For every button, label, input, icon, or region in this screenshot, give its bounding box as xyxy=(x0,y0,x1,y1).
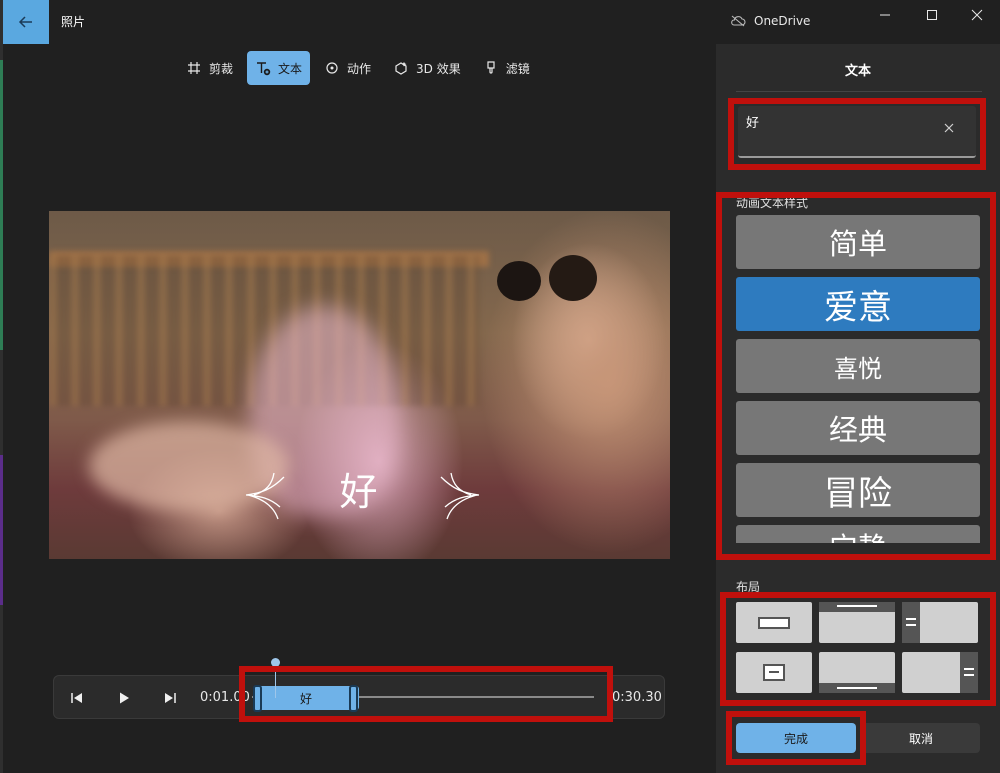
skip-forward-icon xyxy=(165,693,176,703)
video-caption-text: 好 xyxy=(339,470,380,514)
end-time: 0:30.30 xyxy=(612,690,662,705)
playhead-handle[interactable] xyxy=(271,658,280,667)
maximize-button[interactable] xyxy=(909,4,955,26)
styles-section-label: 动画文本样式 xyxy=(736,196,809,210)
cancel-button[interactable]: 取消 xyxy=(862,723,980,753)
text-add-icon xyxy=(257,62,271,76)
crop-tool-label: 剪裁 xyxy=(209,61,234,76)
panel-title: 文本 xyxy=(844,64,871,79)
previous-frame-button[interactable] xyxy=(62,676,92,720)
panel-divider xyxy=(736,91,982,92)
minimize-button[interactable] xyxy=(862,4,908,26)
layout-right-option[interactable] xyxy=(902,652,978,693)
arrow-left-icon xyxy=(18,16,32,28)
caption-decoration-right-icon xyxy=(440,472,480,520)
filters-tool-button[interactable]: 滤镜 xyxy=(475,51,538,85)
style-option-serene[interactable]: 宁静 xyxy=(736,525,980,543)
back-button[interactable] xyxy=(3,0,49,44)
style-option-adventure[interactable]: 冒险 xyxy=(736,463,980,517)
video-preview[interactable]: 好 xyxy=(49,211,670,559)
text-clip-segment[interactable]: 好 xyxy=(253,686,359,710)
caption-text-input[interactable] xyxy=(746,114,936,129)
close-icon xyxy=(971,9,983,21)
layout-section-label: 布局 xyxy=(736,580,761,594)
text-tool-label: 文本 xyxy=(278,61,303,76)
filters-tool-label: 滤镜 xyxy=(505,61,530,76)
clip-end-handle[interactable] xyxy=(349,685,358,712)
clear-text-button[interactable] xyxy=(944,122,954,137)
maximize-icon xyxy=(927,10,937,20)
desktop-edge-segment xyxy=(0,455,3,605)
style-option-simple[interactable]: 简单 xyxy=(736,215,980,269)
motion-icon xyxy=(326,62,338,74)
layout-bottom-option[interactable] xyxy=(819,652,895,693)
effects-3d-tool-label: 3D 效果 xyxy=(416,61,461,76)
layout-left-option[interactable] xyxy=(902,602,978,643)
filter-brush-icon xyxy=(487,61,495,74)
next-frame-button[interactable] xyxy=(155,676,185,720)
desktop-edge-segment xyxy=(0,60,3,350)
text-clip-label: 好 xyxy=(299,691,312,706)
play-icon xyxy=(120,692,129,704)
edit-toolbar: 剪裁 文本 动作 3D 效果 滤镜 xyxy=(178,51,538,85)
app-title: 照片 xyxy=(61,15,86,29)
clip-start-handle[interactable] xyxy=(253,685,262,712)
motion-tool-button[interactable]: 动作 xyxy=(316,51,379,85)
cloud-off-icon xyxy=(731,15,746,27)
layout-center-option[interactable] xyxy=(736,602,812,643)
minimize-icon xyxy=(880,14,890,16)
text-tool-button[interactable]: 文本 xyxy=(247,51,311,85)
style-option-love[interactable]: 爱意 xyxy=(736,277,980,331)
layout-center-small-option[interactable] xyxy=(736,652,812,693)
motion-tool-label: 动作 xyxy=(347,61,372,76)
text-input-box xyxy=(738,106,976,158)
start-time: 0:01.00 xyxy=(200,690,250,705)
3d-effects-icon xyxy=(395,62,407,75)
sunglasses xyxy=(497,251,597,309)
playhead-line xyxy=(275,664,276,698)
desktop-edge xyxy=(0,0,3,773)
done-button[interactable]: 完成 xyxy=(736,723,856,753)
style-option-classic[interactable]: 经典 xyxy=(736,401,980,455)
effects-3d-tool-button[interactable]: 3D 效果 xyxy=(385,51,469,85)
onedrive-label: OneDrive xyxy=(754,14,811,28)
crop-tool-button[interactable]: 剪裁 xyxy=(178,51,241,85)
text-style-list: 简单 爱意 喜悦 经典 冒险 宁静 xyxy=(736,215,980,543)
crop-icon xyxy=(188,62,200,74)
skip-back-icon xyxy=(71,693,82,703)
layout-top-option[interactable] xyxy=(819,602,895,643)
style-option-joy[interactable]: 喜悦 xyxy=(736,339,980,393)
play-button[interactable] xyxy=(109,676,139,720)
close-icon xyxy=(944,123,954,133)
close-window-button[interactable] xyxy=(954,4,1000,26)
onedrive-status[interactable]: OneDrive xyxy=(730,14,810,28)
